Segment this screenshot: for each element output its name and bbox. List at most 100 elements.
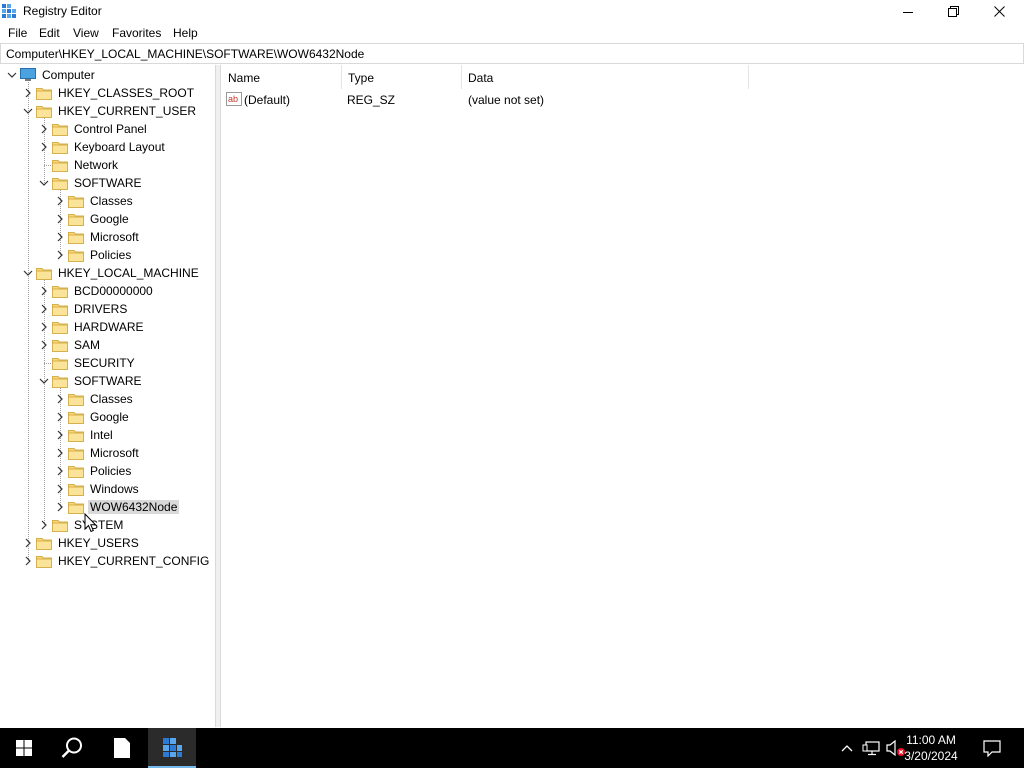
clock-time: 11:00 AM [906,733,956,747]
tree-node[interactable]: BCD00000000 [0,282,215,300]
tree-node[interactable]: SAM [0,336,215,354]
folder-icon [68,250,84,262]
chevron-down-icon[interactable] [7,70,17,80]
tree-node[interactable]: HARDWARE [0,318,215,336]
folder-icon [68,448,84,460]
svg-text:ab: ab [228,94,238,104]
tree-node[interactable]: Microsoft [0,228,215,246]
start-button[interactable] [0,728,48,768]
menu-favorites[interactable]: Favorites [112,26,161,40]
tree-node[interactable]: Keyboard Layout [0,138,215,156]
chevron-right-icon[interactable] [23,538,33,548]
chevron-down-icon[interactable] [39,178,49,188]
tree-node[interactable]: HKEY_CURRENT_USER [0,102,215,120]
menu-edit[interactable]: Edit [39,26,60,40]
computer-icon [20,68,36,81]
restore-button[interactable] [930,0,976,23]
tree-node-label: HKEY_USERS [58,536,139,550]
tree-node[interactable]: Policies [0,462,215,480]
chevron-down-icon[interactable] [39,376,49,386]
chevron-right-icon[interactable] [55,214,65,224]
chevron-right-icon[interactable] [39,124,49,134]
tree-node[interactable]: SYSTEM [0,516,215,534]
tree-node[interactable]: HKEY_CURRENT_CONFIG [0,552,215,570]
folder-icon [68,412,84,424]
column-header-type[interactable]: Type [341,65,461,89]
close-button[interactable] [976,0,1022,23]
network-tray-button[interactable] [860,728,882,768]
tree-node-label: HKEY_LOCAL_MACHINE [58,266,199,280]
chevron-down-icon[interactable] [23,106,33,116]
chevron-right-icon[interactable] [55,196,65,206]
taskbar-notepad[interactable] [98,728,146,768]
tree-node[interactable]: Computer [0,66,215,84]
address-bar[interactable]: Computer\HKEY_LOCAL_MACHINE\SOFTWARE\WOW… [0,43,1024,64]
tree-node-label: Intel [90,428,113,442]
key-tree[interactable]: Computer HKEY_CLASSES_ROOT HKEY_CURRENT_US… [0,65,216,727]
tree-node[interactable]: Google [0,210,215,228]
minimize-button[interactable] [885,0,931,23]
search-button[interactable] [48,728,96,768]
chevron-right-icon[interactable] [55,394,65,404]
chevron-right-icon[interactable] [39,520,49,530]
tree-node[interactable]: Classes [0,390,215,408]
tree-node-label: Policies [90,464,132,478]
chevron-right-icon[interactable] [23,556,33,566]
chevron-right-icon[interactable] [55,502,65,512]
column-separator[interactable] [748,65,749,89]
chevron-right-icon[interactable] [55,430,65,440]
chevron-right-icon[interactable] [55,484,65,494]
tree-node[interactable]: HKEY_LOCAL_MACHINE [0,264,215,282]
menu-file[interactable]: File [8,26,27,40]
action-center-button[interactable] [976,728,1008,768]
values-list[interactable]: Name Type Data ab (Default) REG_SZ (valu… [221,65,1024,727]
tree-node[interactable]: HKEY_USERS [0,534,215,552]
folder-icon [52,376,68,388]
tree-node-label: DRIVERS [74,302,128,316]
chevron-right-icon[interactable] [55,250,65,260]
value-data: (value not set) [468,93,545,107]
chevron-right-icon[interactable] [55,232,65,242]
tree-node[interactable]: Control Panel [0,120,215,138]
chevron-right-icon[interactable] [39,142,49,152]
chevron-down-icon[interactable] [23,268,33,278]
address-path[interactable]: Computer\HKEY_LOCAL_MACHINE\SOFTWARE\WOW… [6,47,364,61]
chevron-right-icon[interactable] [39,304,49,314]
folder-icon [52,124,68,136]
tree-node-label: BCD00000000 [74,284,153,298]
chevron-right-icon[interactable] [55,412,65,422]
tree-node[interactable]: HKEY_CLASSES_ROOT [0,84,215,102]
value-row[interactable]: ab (Default) REG_SZ (value not set) [221,89,821,109]
tree-node[interactable]: Network [0,156,215,174]
tree-node[interactable]: Intel [0,426,215,444]
tree-node[interactable]: DRIVERS [0,300,215,318]
taskbar-registry-editor[interactable] [148,728,196,768]
tree-node[interactable]: SECURITY [0,354,215,372]
folder-icon [68,502,84,514]
tree-node[interactable]: SOFTWARE [0,372,215,390]
system-clock[interactable]: 11:00 AM 3/20/2024 [896,732,966,764]
tree-node[interactable]: Windows [0,480,215,498]
chevron-right-icon[interactable] [39,340,49,350]
windows-logo-icon [16,740,32,756]
show-hidden-icons-button[interactable] [836,728,858,768]
chevron-right-icon[interactable] [39,322,49,332]
chevron-right-icon[interactable] [55,466,65,476]
column-header-data[interactable]: Data [461,65,748,89]
tree-node[interactable]: WOW6432Node [0,498,215,516]
folder-icon [68,214,84,226]
menu-view[interactable]: View [73,26,99,40]
menu-help[interactable]: Help [173,26,198,40]
tree-node[interactable]: Policies [0,246,215,264]
chevron-right-icon[interactable] [55,448,65,458]
chevron-right-icon[interactable] [23,88,33,98]
tree-node[interactable]: Microsoft [0,444,215,462]
tree-node-label: Control Panel [74,122,147,136]
tree-node[interactable]: Classes [0,192,215,210]
value-type: REG_SZ [347,93,396,107]
column-header-name[interactable]: Name [221,65,341,89]
tree-node[interactable]: SOFTWARE [0,174,215,192]
title-bar: Registry Editor [0,0,1024,23]
tree-node[interactable]: Google [0,408,215,426]
chevron-right-icon[interactable] [39,286,49,296]
